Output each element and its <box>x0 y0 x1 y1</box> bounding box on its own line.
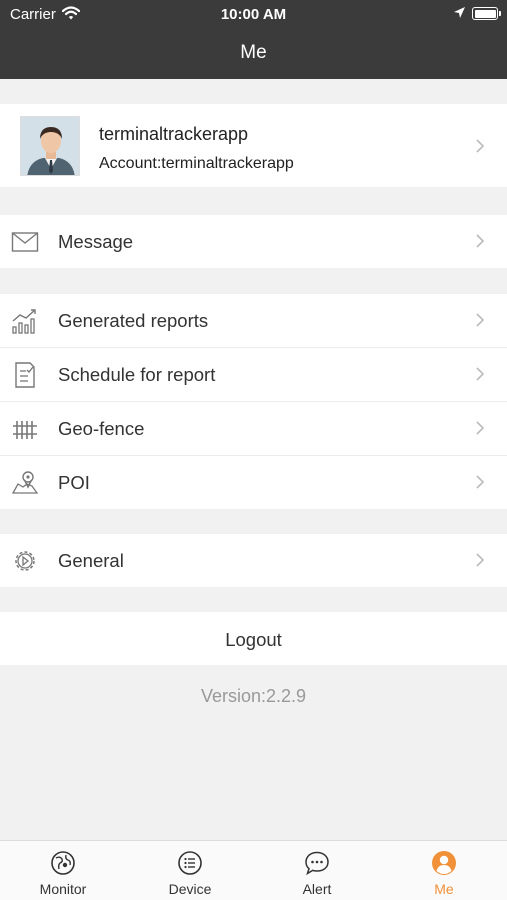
chevron-right-icon <box>476 313 485 327</box>
alert-chat-icon <box>305 851 329 876</box>
chevron-right-icon <box>476 234 485 248</box>
tab-alert[interactable]: Alert <box>254 841 380 900</box>
tab-bar: Monitor Device Alert Me <box>0 840 507 900</box>
tab-me[interactable]: Me <box>381 841 507 900</box>
tab-monitor[interactable]: Monitor <box>0 841 126 900</box>
menu-item-geo-fence[interactable]: Geo-fence <box>0 402 507 455</box>
menu-item-label: Schedule for report <box>58 364 216 385</box>
menu-item-poi[interactable]: POI <box>0 456 507 509</box>
menu-item-message[interactable]: Message <box>0 215 507 268</box>
avatar <box>20 116 80 176</box>
battery-icon <box>472 7 501 20</box>
menu-item-schedule-report[interactable]: Schedule for report <box>0 348 507 401</box>
profile-username: terminaltrackerapp <box>99 124 249 144</box>
tab-label: Device <box>168 881 212 897</box>
menu-item-general[interactable]: General <box>0 534 507 587</box>
chart-trend-icon <box>12 309 36 334</box>
tab-label: Alert <box>302 881 332 897</box>
menu-item-label: Message <box>58 231 134 252</box>
version-label: Version:2.2.9 <box>200 686 307 706</box>
menu-item-generated-reports[interactable]: Generated reports <box>0 294 507 347</box>
fence-icon <box>13 421 37 439</box>
location-arrow-icon <box>454 7 465 18</box>
checklist-doc-icon <box>15 362 35 388</box>
monitor-icon <box>51 851 75 875</box>
chevron-right-icon <box>476 139 485 153</box>
chevron-right-icon <box>476 475 485 489</box>
profile-account: Account:terminaltrackerapp <box>99 155 294 172</box>
chevron-right-icon <box>476 553 485 567</box>
status-bar: Carrier 10:00 AM <box>0 0 507 28</box>
menu-item-label: POI <box>58 472 90 493</box>
me-person-icon <box>432 851 456 875</box>
tab-label: Monitor <box>39 881 87 897</box>
profile-card[interactable]: terminaltrackerapp Account:terminaltrack… <box>0 104 507 187</box>
menu-item-label: Generated reports <box>58 310 209 331</box>
map-pin-icon <box>11 471 39 494</box>
menu-item-label: General <box>58 550 124 571</box>
user-avatar-icon <box>21 117 79 175</box>
navigation-header: Carrier 10:00 AM Me <box>0 0 507 79</box>
gear-icon <box>15 551 35 571</box>
chevron-right-icon <box>476 421 485 435</box>
device-list-icon <box>178 851 202 875</box>
logout-button[interactable]: Logout <box>0 612 507 665</box>
tab-device[interactable]: Device <box>127 841 253 900</box>
menu-item-label: Geo-fence <box>58 418 145 439</box>
page-title: Me <box>240 42 267 63</box>
envelope-icon <box>11 232 39 252</box>
chevron-right-icon <box>476 367 485 381</box>
status-time: 10:00 AM <box>220 6 287 23</box>
tab-label: Me <box>434 881 454 897</box>
